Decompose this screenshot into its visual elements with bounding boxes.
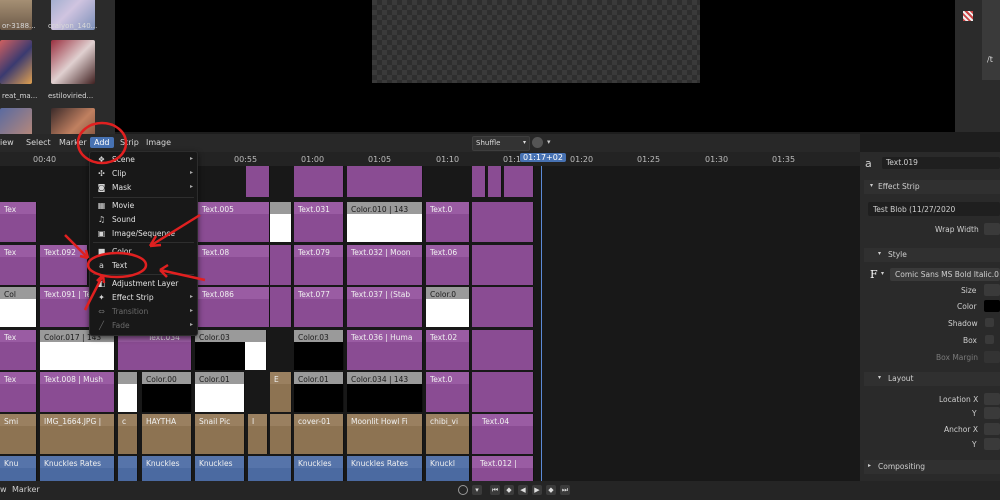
annotation-overlay: [64, 121, 206, 311]
annotation-circle-text: [86, 251, 148, 279]
annotation-circle-add: [76, 121, 128, 165]
annotation-arrow: [83, 274, 105, 311]
annotation-arrow: [149, 213, 201, 248]
annotation-arrow: [64, 234, 89, 259]
